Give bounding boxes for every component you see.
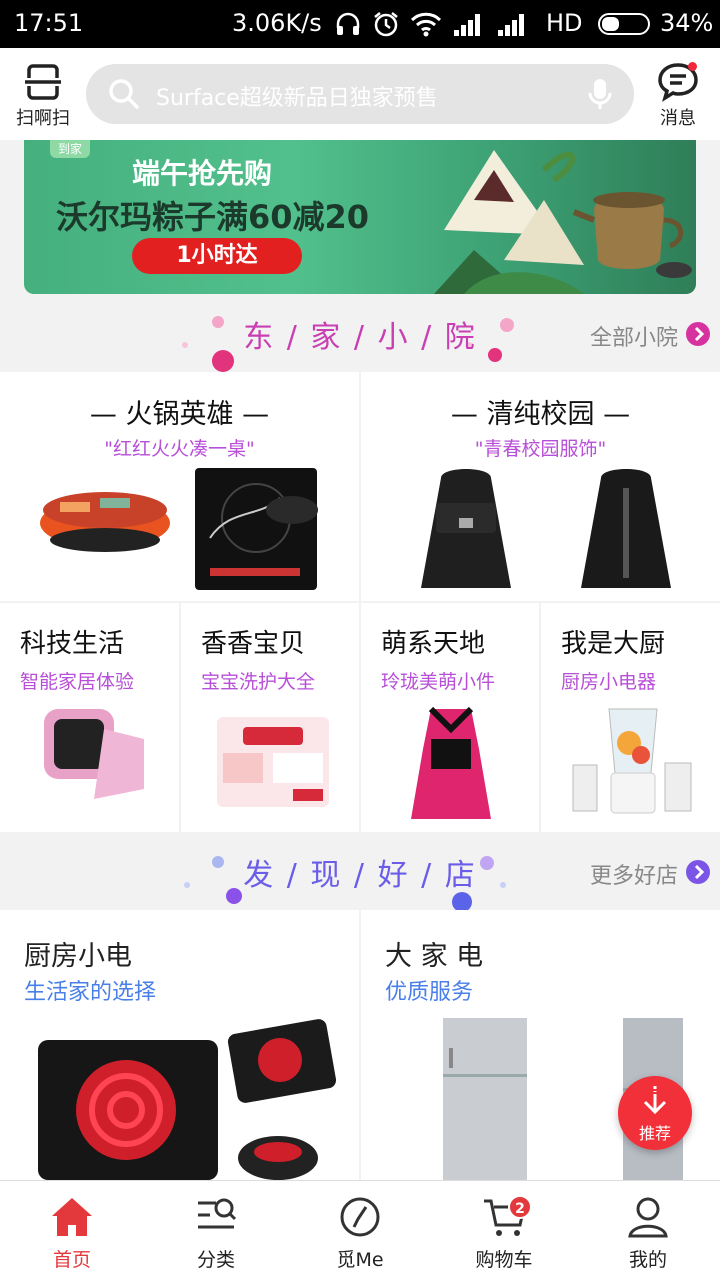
store-title: 大 家 电 — [385, 941, 484, 972]
store-kitchen-appliances[interactable]: 厨房小电 生活家的选择 — [0, 910, 359, 1180]
scan-icon — [25, 64, 61, 100]
nav-mine[interactable]: 我的 — [576, 1181, 720, 1280]
featured-subtitle: "红红火火凑一桌" — [104, 438, 255, 460]
nav-cart[interactable]: 2 购物车 — [432, 1181, 576, 1280]
cell-subtitle: 玲珑美萌小件 — [381, 671, 496, 693]
all-courtyards-link[interactable]: 全部小院 — [590, 320, 678, 352]
wifi-icon — [410, 12, 442, 37]
banner-offer: 沃尔玛粽子满60减20 — [56, 198, 370, 236]
cell-title: 萌系天地 — [381, 629, 486, 659]
signal-icon — [454, 14, 480, 36]
category-search-icon — [198, 1198, 237, 1229]
arrow-down-icon — [643, 1086, 667, 1115]
diaper-product-image — [217, 717, 329, 807]
home-icon — [52, 1198, 92, 1236]
chevron-right-icon[interactable] — [686, 860, 710, 884]
backpack-product-image — [421, 469, 671, 588]
nav-label: 分类 — [196, 1249, 235, 1271]
category-baby[interactable]: 香香宝贝 宝宝洗护大全 — [181, 603, 359, 832]
smartwatch-product-image — [44, 709, 144, 799]
store-subtitle: 生活家的选择 — [24, 980, 157, 1005]
microphone-icon[interactable] — [588, 78, 612, 110]
featured-subtitle: "青春校园服饰" — [474, 438, 607, 460]
decor-bubble — [452, 892, 472, 912]
headset-icon — [336, 12, 360, 35]
network-type: HD — [546, 9, 583, 37]
compass-icon — [340, 1197, 380, 1237]
zongzi-teapot-illustration — [434, 150, 692, 294]
recommend-fab[interactable]: 推荐 — [618, 1076, 692, 1150]
cell-title: 科技生活 — [20, 629, 125, 659]
nav-discover[interactable]: 觅Me — [288, 1181, 432, 1280]
status-time: 17:51 — [14, 9, 84, 37]
cell-subtitle: 智能家居体验 — [20, 671, 135, 693]
nav-label: 购物车 — [475, 1249, 533, 1271]
battery-percent: 34% — [660, 9, 714, 37]
recommend-label: 推荐 — [638, 1124, 671, 1143]
banner-cta-button[interactable]: 1小时达 — [132, 238, 302, 274]
message-unread-dot — [688, 62, 697, 71]
store-title: 厨房小电 — [24, 941, 132, 972]
alarm-icon — [374, 12, 398, 37]
nav-label: 我的 — [628, 1249, 667, 1271]
cart-count-badge: 2 — [508, 1195, 532, 1219]
nav-category[interactable]: 分类 — [144, 1181, 288, 1280]
hotpot-product-image — [40, 468, 318, 590]
status-bar: 17:51 3.06K/s HD 34% — [0, 0, 720, 48]
network-speed: 3.06K/s — [232, 9, 322, 37]
promo-banner[interactable]: 到家 端午抢先购 沃尔玛粽子满60减20 1小时达 — [24, 140, 696, 294]
cell-subtitle: 宝宝洗护大全 — [201, 671, 316, 693]
store-subtitle: 优质服务 — [385, 980, 474, 1005]
nav-home[interactable]: 首页 — [0, 1181, 144, 1280]
search-placeholder: Surface超级新品日独家预售 — [156, 86, 438, 111]
scan-button[interactable]: 扫啊扫 — [8, 58, 78, 130]
status-icons — [334, 8, 530, 40]
cell-subtitle: 厨房小电器 — [561, 671, 657, 693]
search-input[interactable]: Surface超级新品日独家预售 — [86, 64, 634, 124]
dong-section-header: 东 / 家 / 小 / 院 全部小院 — [0, 298, 720, 372]
scan-label: 扫啊扫 — [16, 108, 70, 129]
featured-title: — 清纯校园 — — [450, 399, 631, 430]
blender-product-image — [572, 708, 692, 814]
more-stores-link[interactable]: 更多好店 — [590, 858, 678, 890]
fa-section-header: 发 / 现 / 好 / 店 更多好店 — [0, 836, 720, 912]
messages-button[interactable]: 消息 — [646, 58, 710, 130]
featured-campus[interactable]: — 清纯校园 — "青春校园服饰" — [361, 372, 720, 601]
user-icon — [628, 1197, 668, 1238]
category-chef[interactable]: 我是大厨 厨房小电器 — [541, 603, 720, 832]
banner-headline: 端午抢先购 — [132, 157, 273, 190]
search-icon — [109, 79, 139, 109]
banner-badge: 到家 — [50, 140, 90, 158]
chevron-right-icon[interactable] — [686, 322, 710, 346]
pink-dress-product-image — [411, 706, 491, 819]
category-tech-life[interactable]: 科技生活 智能家居体验 — [0, 603, 179, 832]
bottom-nav: 首页 分类 觅Me 2 购物车 我的 — [0, 1180, 720, 1280]
message-label: 消息 — [660, 108, 696, 129]
nav-label: 首页 — [52, 1249, 91, 1271]
featured-hotpot[interactable]: — 火锅英雄 — "红红火火凑一桌" — [0, 372, 359, 601]
top-bar: 扫啊扫 Surface超级新品日独家预售 消息 — [0, 48, 720, 140]
battery-icon — [598, 13, 650, 35]
cell-title: 我是大厨 — [561, 629, 666, 659]
cell-title: 香香宝贝 — [201, 629, 306, 659]
induction-cooker-image — [38, 1019, 337, 1180]
signal-icon-2 — [498, 14, 524, 36]
featured-title: — 火锅英雄 — — [89, 399, 270, 430]
nav-label: 觅Me — [336, 1249, 384, 1271]
category-cute[interactable]: 萌系天地 玲珑美萌小件 — [361, 603, 539, 832]
